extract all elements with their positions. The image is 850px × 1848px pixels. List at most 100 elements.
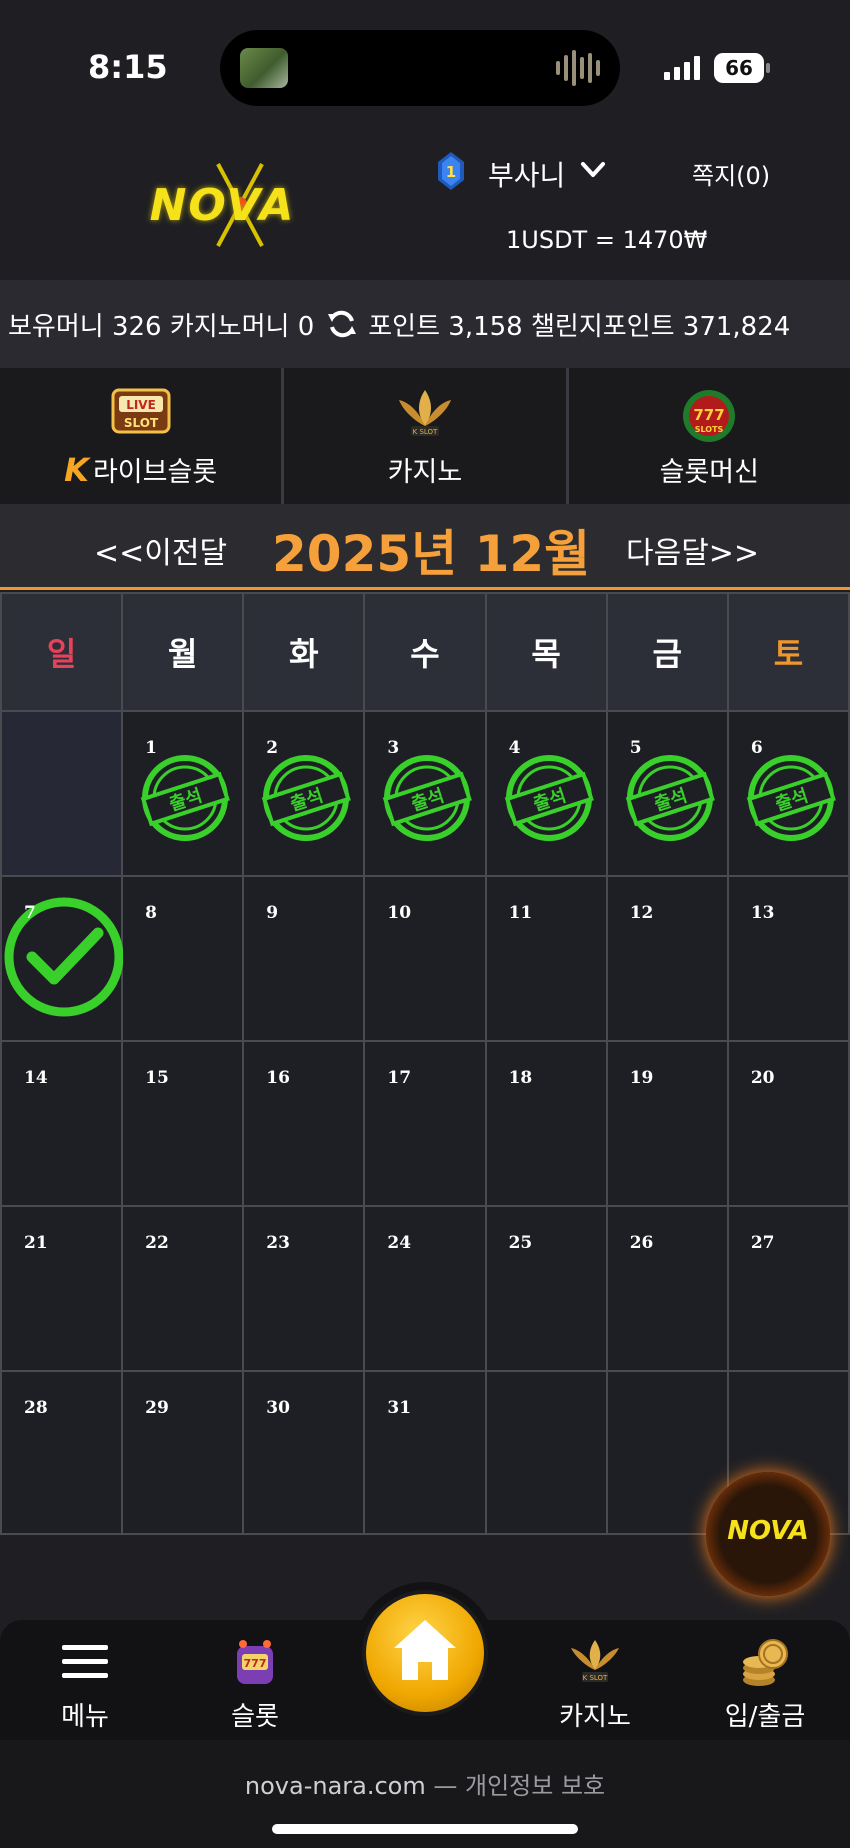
points: 포인트 3,158 (368, 311, 523, 342)
777-slots-icon: 777 SLOTS (683, 390, 736, 442)
weekday-sat: 토 (728, 594, 850, 710)
day-number: 19 (629, 1068, 654, 1088)
calendar-day-cell[interactable]: 1 출석 (123, 712, 245, 875)
svg-text:SLOT: SLOT (124, 416, 159, 430)
nav-deposit-withdraw[interactable]: 입/출금 (695, 1634, 835, 1733)
live-slot-icon: LIVE SLOT (111, 388, 171, 434)
day-number: 29 (145, 1398, 169, 1418)
tab-slot-machine[interactable]: 777 SLOTS 슬롯머신 (569, 368, 850, 504)
calendar-day-cell[interactable]: 15 (123, 1042, 245, 1205)
calendar-day-cell[interactable]: 23 (244, 1207, 366, 1370)
day-number: 10 (387, 903, 412, 923)
weekday-tue: 화 (244, 594, 366, 710)
day-number: 22 (145, 1233, 169, 1253)
calendar-empty-cell (486, 1372, 608, 1533)
attendance-calendar: 일 월 화 수 목 금 토 1 출석 2 출석 3 출석 4 출석 5 출석 6 출석 7 8 9 10 11 1… (0, 592, 850, 1535)
footer-privacy-link[interactable]: 개인정보 보호 (465, 1772, 605, 1800)
calendar-day-cell[interactable]: 17 (365, 1042, 487, 1205)
dynamic-island (220, 30, 620, 106)
home-indicator (272, 1824, 578, 1834)
k-brand-icon: K (64, 451, 89, 489)
nav-slot-label: 슬롯 (231, 1702, 279, 1732)
calendar-day-cell[interactable]: 27 (728, 1207, 850, 1370)
status-time: 8:15 (88, 48, 168, 86)
day-number: 7 (24, 903, 36, 923)
prev-month-button[interactable]: <<이전달 (94, 528, 227, 572)
home-icon (394, 1620, 456, 1680)
day-number: 11 (508, 903, 533, 923)
day-number: 15 (145, 1068, 169, 1088)
tab-slot-machine-label: 슬롯머신 (659, 457, 759, 488)
calendar-day-cell[interactable]: 11 (486, 877, 608, 1040)
weekday-header: 일 월 화 수 목 금 토 (0, 592, 850, 710)
calendar-day-cell[interactable]: 13 (728, 877, 850, 1040)
floating-logo-button[interactable]: NOVA (706, 1472, 830, 1596)
calendar-day-cell[interactable]: 19 (607, 1042, 729, 1205)
hamburger-menu-icon (62, 1645, 108, 1678)
calendar-day-cell[interactable]: 2 출석 (244, 712, 366, 875)
calendar-day-cell[interactable]: 18 (486, 1042, 608, 1205)
day-number: 26 (629, 1233, 654, 1253)
nav-slot[interactable]: 777 슬롯 (185, 1634, 325, 1733)
calendar-day-cell[interactable]: 20 (728, 1042, 850, 1205)
calendar-day-cell[interactable]: 9 (244, 877, 366, 1040)
day-number: 12 (629, 903, 654, 923)
refresh-icon[interactable] (326, 308, 358, 340)
tab-casino-label: 카지노 (387, 457, 463, 488)
weekday-fri: 금 (607, 594, 729, 710)
calendar-day-cell[interactable]: 28 (0, 1372, 124, 1533)
svg-text:K SLOT: K SLOT (583, 1674, 608, 1682)
calendar-day-cell[interactable]: 24 (365, 1207, 487, 1370)
calendar-day-cell[interactable]: 5 출석 (607, 712, 729, 875)
message-link[interactable]: 쪽지(0) (692, 156, 770, 191)
day-number: 31 (387, 1398, 412, 1418)
browser-footer: nova-nara.com — 개인정보 보호 (0, 1740, 850, 1848)
calendar-day-cell[interactable]: 29 (123, 1372, 245, 1533)
user-name[interactable]: 부사니 (488, 154, 565, 194)
floating-logo-text: NOVA (727, 1516, 809, 1546)
rank-badge-icon: 1 (438, 152, 464, 190)
calendar-day-cell[interactable]: 22 (123, 1207, 245, 1370)
day-number: 9 (266, 903, 279, 923)
calendar-day-cell[interactable]: 31 (365, 1372, 487, 1533)
calendar-day-cell[interactable]: 6 출석 (728, 712, 850, 875)
day-number: 20 (750, 1068, 775, 1088)
calendar-day-cell[interactable]: 8 (123, 877, 245, 1040)
calendar-day-cell[interactable]: 12 (607, 877, 729, 1040)
attendance-stamp-icon: 출석 (262, 755, 352, 841)
svg-text:LIVE: LIVE (126, 398, 156, 412)
tab-live-slot-label: K 라이브슬롯 (64, 451, 218, 489)
day-number: 21 (24, 1233, 48, 1253)
calendar-day-cell[interactable]: 10 (365, 877, 487, 1040)
nav-menu[interactable]: 메뉴 (15, 1634, 155, 1733)
tab-live-slot[interactable]: LIVE SLOT K 라이브슬롯 (0, 368, 285, 504)
month-title: 2025년 12월 (272, 525, 591, 583)
next-month-button[interactable]: 다음달>> (626, 528, 759, 572)
nav-menu-label: 메뉴 (61, 1702, 109, 1732)
calendar-day-cell[interactable]: 30 (244, 1372, 366, 1533)
svg-text:777: 777 (694, 406, 725, 424)
calendar-day-cell[interactable]: 26 (607, 1207, 729, 1370)
home-button[interactable] (362, 1590, 488, 1716)
tab-casino[interactable]: K SLOT 카지노 (284, 368, 569, 504)
weekday-thu: 목 (486, 594, 608, 710)
chevron-down-icon[interactable] (580, 160, 606, 180)
site-logo[interactable]: NOVA (140, 160, 305, 250)
calendar-empty-cell (0, 712, 124, 875)
attendance-stamp-icon: 출석 (625, 755, 715, 841)
calendar-body: 1 출석 2 출석 3 출석 4 출석 5 출석 6 출석 7 8 9 10 11 12 13 14 15 16 17 18 1… (0, 710, 850, 1535)
footer-separator: — (425, 1772, 465, 1800)
calendar-day-cell[interactable]: 16 (244, 1042, 366, 1205)
calendar-week-row: 14 15 16 17 18 19 20 (0, 1040, 850, 1205)
calendar-day-cell[interactable]: 3 출석 (365, 712, 487, 875)
calendar-day-cell[interactable]: 7 (0, 877, 124, 1040)
day-number: 25 (508, 1233, 533, 1253)
calendar-day-cell[interactable]: 25 (486, 1207, 608, 1370)
calendar-day-cell[interactable]: 14 (0, 1042, 124, 1205)
calendar-day-cell[interactable]: 4 출석 (486, 712, 608, 875)
nav-casino[interactable]: K SLOT 카지노 (525, 1634, 665, 1733)
calendar-day-cell[interactable]: 21 (0, 1207, 124, 1370)
battery-icon: 66 (714, 53, 764, 83)
day-number: 23 (266, 1233, 290, 1253)
footer-domain[interactable]: nova-nara.com (245, 1772, 426, 1800)
